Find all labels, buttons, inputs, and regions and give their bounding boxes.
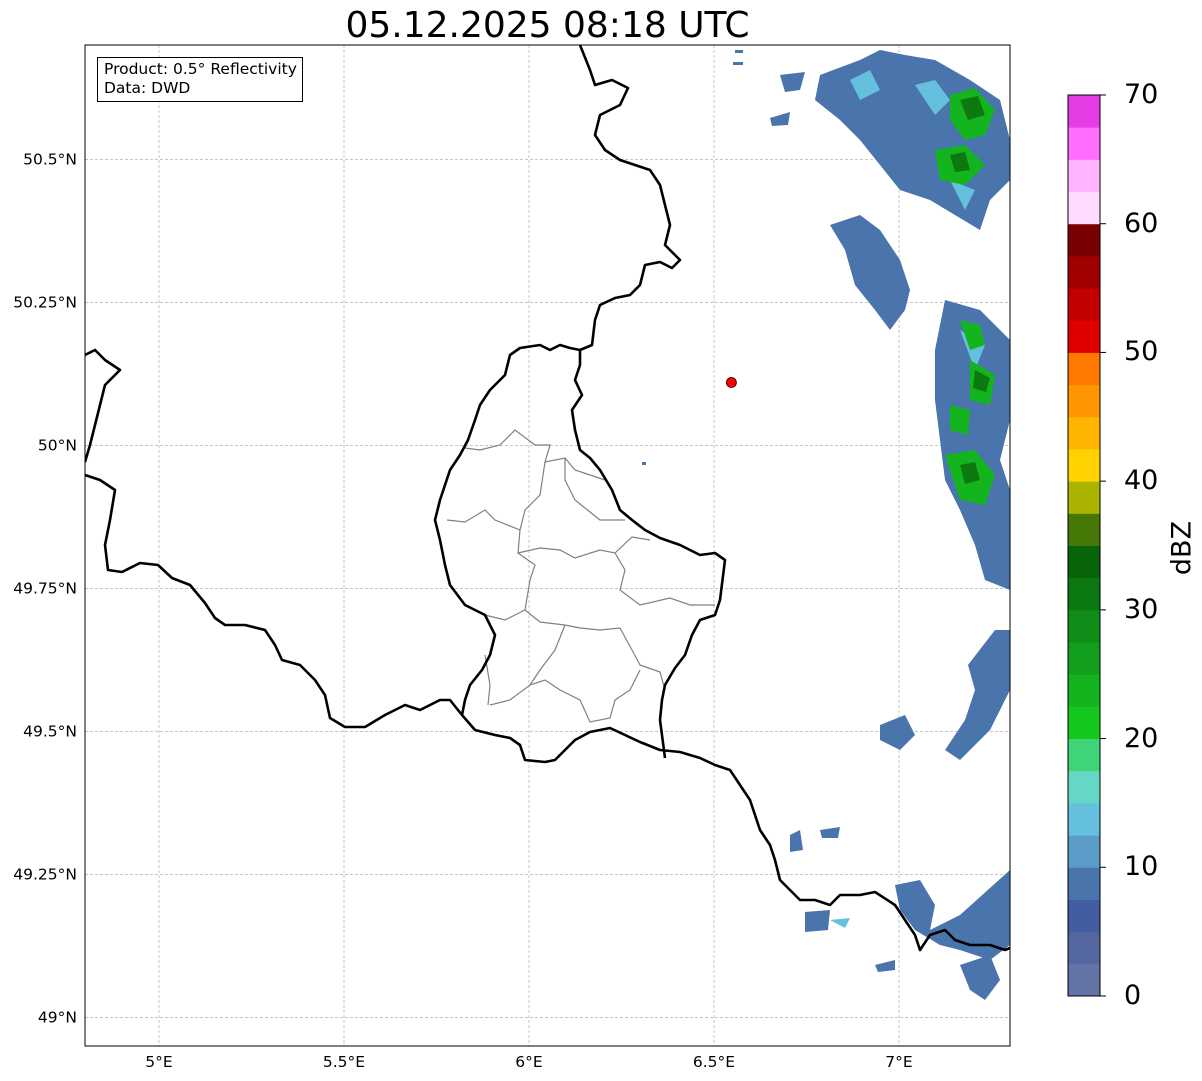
colorbar-segment (1068, 416, 1100, 450)
lon-tick-label: 6°E (515, 1053, 542, 1071)
colorbar-segment (1068, 609, 1100, 643)
radar-site-dot (725, 377, 737, 388)
lat-tick-label: 49.25°N (13, 865, 77, 883)
colorbar-tick-label: 60 (1124, 207, 1159, 239)
colorbar-segment (1068, 577, 1100, 611)
lat-tick-label: 50°N (38, 436, 77, 454)
colorbar-tick-label: 20 (1124, 722, 1159, 754)
colorbar-segment (1068, 384, 1100, 418)
colorbar-tick-label: 70 (1124, 79, 1159, 110)
colorbar-tick-label: 10 (1124, 851, 1159, 883)
colorbar-segment (1068, 513, 1100, 546)
colorbar-segment (1068, 159, 1100, 193)
lon-tick-label: 5.5°E (323, 1053, 365, 1071)
colorbar-segment (1068, 481, 1100, 514)
gridlines (85, 45, 1010, 1046)
colorbar-segment (1068, 352, 1100, 386)
info-box: Product: 0.5° Reflectivity Data: DWD (97, 57, 303, 102)
lon-tick-label: 7°E (885, 1053, 912, 1071)
region-boundaries (446, 429, 715, 723)
lat-tick-label: 49.5°N (23, 722, 77, 740)
radar-map: 5°E 5.5°E 6°E 6.5°E 7°E 49°N 49.25°N 49.5°N 49.7… (13, 44, 1106, 1071)
colorbar-segment (1068, 448, 1100, 482)
colorbar-segment (1068, 127, 1100, 160)
info-source: Data: DWD (104, 79, 191, 97)
colorbar-segment (1068, 802, 1100, 836)
lat-tick-label: 49.75°N (13, 579, 77, 597)
lon-tick-label: 6.5°E (693, 1053, 735, 1071)
colorbar-segment (1068, 706, 1100, 740)
colorbar-segment (1068, 642, 1100, 675)
colorbar-segment (1068, 770, 1100, 804)
colorbar-segment (1068, 835, 1100, 868)
lat-tick-label: 50.25°N (13, 293, 77, 311)
colorbar-segment (1068, 223, 1100, 257)
colorbar-segment (1068, 963, 1100, 997)
colorbar-segment (1068, 288, 1100, 321)
radar-site-marker (725, 377, 737, 388)
colorbar-segment (1068, 95, 1100, 128)
colorbar-tick-label: 0 (1124, 980, 1142, 1011)
colorbar-segment (1068, 674, 1100, 707)
colorbar-segment (1068, 320, 1100, 353)
radar-echoes (642, 50, 1010, 1000)
colorbar-tick-label: 50 (1124, 336, 1159, 368)
colorbar-segment (1068, 931, 1100, 965)
colorbar-segment (1068, 545, 1100, 579)
lat-tick-label: 49°N (38, 1008, 77, 1026)
map-frame (84, 44, 1011, 1047)
colorbar-tick-label: 40 (1124, 465, 1159, 497)
colorbar-tick-label: 30 (1124, 593, 1159, 625)
colorbar-segment (1068, 255, 1100, 289)
lat-tick-label: 50.5°N (23, 150, 77, 168)
info-product: Product: 0.5° Reflectivity (104, 60, 297, 78)
colorbar-segment (1068, 738, 1100, 772)
colorbar (1067, 94, 1106, 997)
country-borders (85, 45, 1010, 952)
colorbar-label: dBZ (1166, 520, 1198, 576)
colorbar-segment (1068, 191, 1100, 225)
colorbar-segment (1068, 899, 1100, 933)
lon-tick-label: 5°E (145, 1053, 172, 1071)
colorbar-segment (1068, 867, 1100, 900)
